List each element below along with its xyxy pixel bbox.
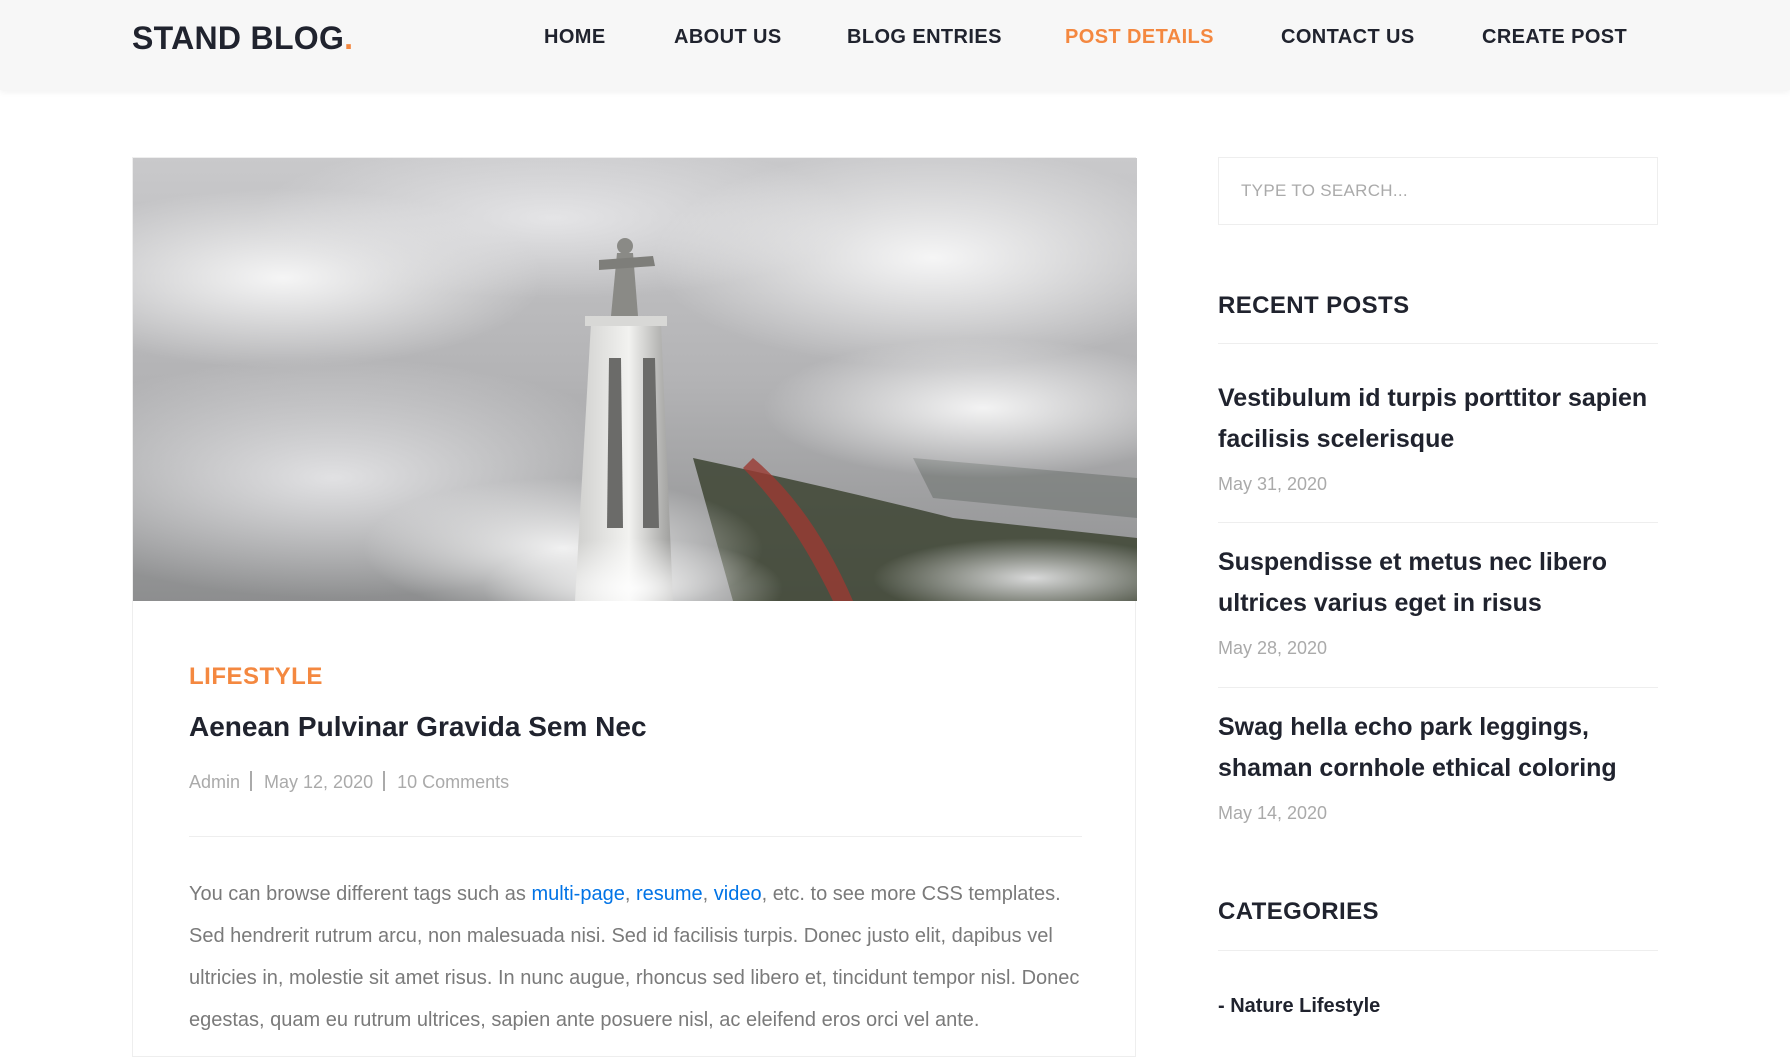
post-divider [189,836,1082,837]
recent-post-divider [1218,687,1658,688]
recent-post-item[interactable]: Swag hella echo park leggings, shaman co… [1218,707,1658,824]
post-category[interactable]: LIFESTYLE [189,663,323,691]
body-comma: , [702,883,714,905]
nav-blog-entries[interactable]: BLOG ENTRIES [847,26,1002,49]
body-intro: You can browse different tags such as [189,883,532,905]
body-comma: , [624,883,636,905]
tag-link-video[interactable]: video [714,883,762,905]
body-text: , etc. to see more CSS templates. Sed he… [189,883,1080,1031]
search-input[interactable] [1218,157,1658,225]
recent-post-item[interactable]: Vestibulum id turpis porttitor sapien fa… [1218,378,1658,495]
tag-link-multi-page[interactable]: multi-page [531,883,624,905]
recent-post-date: May 14, 2020 [1218,803,1328,823]
post-comments[interactable]: 10 Comments [397,772,509,792]
nav-home[interactable]: HOME [544,26,606,49]
recent-posts-heading: RECENT POSTS [1218,292,1410,319]
nav-create-post[interactable]: CREATE POST [1482,26,1627,49]
post-date[interactable]: May 12, 2020 [264,772,373,792]
recent-post-title[interactable]: Vestibulum id turpis porttitor sapien fa… [1218,378,1658,460]
post-image [133,158,1137,601]
categories-heading: CATEGORIES [1218,898,1379,925]
main-nav: HOME ABOUT US BLOG ENTRIES POST DETAILS … [0,26,1790,56]
tag-link-resume[interactable]: resume [636,883,703,905]
post-card: LIFESTYLE Aenean Pulvinar Gravida Sem Ne… [132,157,1137,1057]
statue-above-clouds-image [133,158,1137,601]
site-header: STAND BLOG. HOME ABOUT US BLOG ENTRIES P… [0,0,1790,90]
recent-post-divider [1218,522,1658,523]
recent-post-item[interactable]: Suspendisse et metus nec libero ultrices… [1218,542,1658,659]
recent-post-date: May 31, 2020 [1218,474,1328,494]
post-author[interactable]: Admin [189,772,240,792]
meta-separator [383,771,386,791]
recent-post-date: May 28, 2020 [1218,638,1328,658]
nav-contact-us[interactable]: CONTACT US [1281,26,1415,49]
nav-post-details[interactable]: POST DETAILS [1065,26,1214,49]
categories-divider [1218,950,1658,951]
post-meta: Admin May 12, 2020 10 Comments [189,771,509,793]
post-title[interactable]: Aenean Pulvinar Gravida Sem Nec [189,711,647,743]
recent-posts-divider [1218,343,1658,344]
recent-post-title[interactable]: Swag hella echo park leggings, shaman co… [1218,707,1658,789]
nav-about-us[interactable]: ABOUT US [674,26,782,49]
category-item-nature-lifestyle[interactable]: - Nature Lifestyle [1218,995,1380,1018]
recent-post-title[interactable]: Suspendisse et metus nec libero ultrices… [1218,542,1658,624]
meta-separator [250,771,253,791]
